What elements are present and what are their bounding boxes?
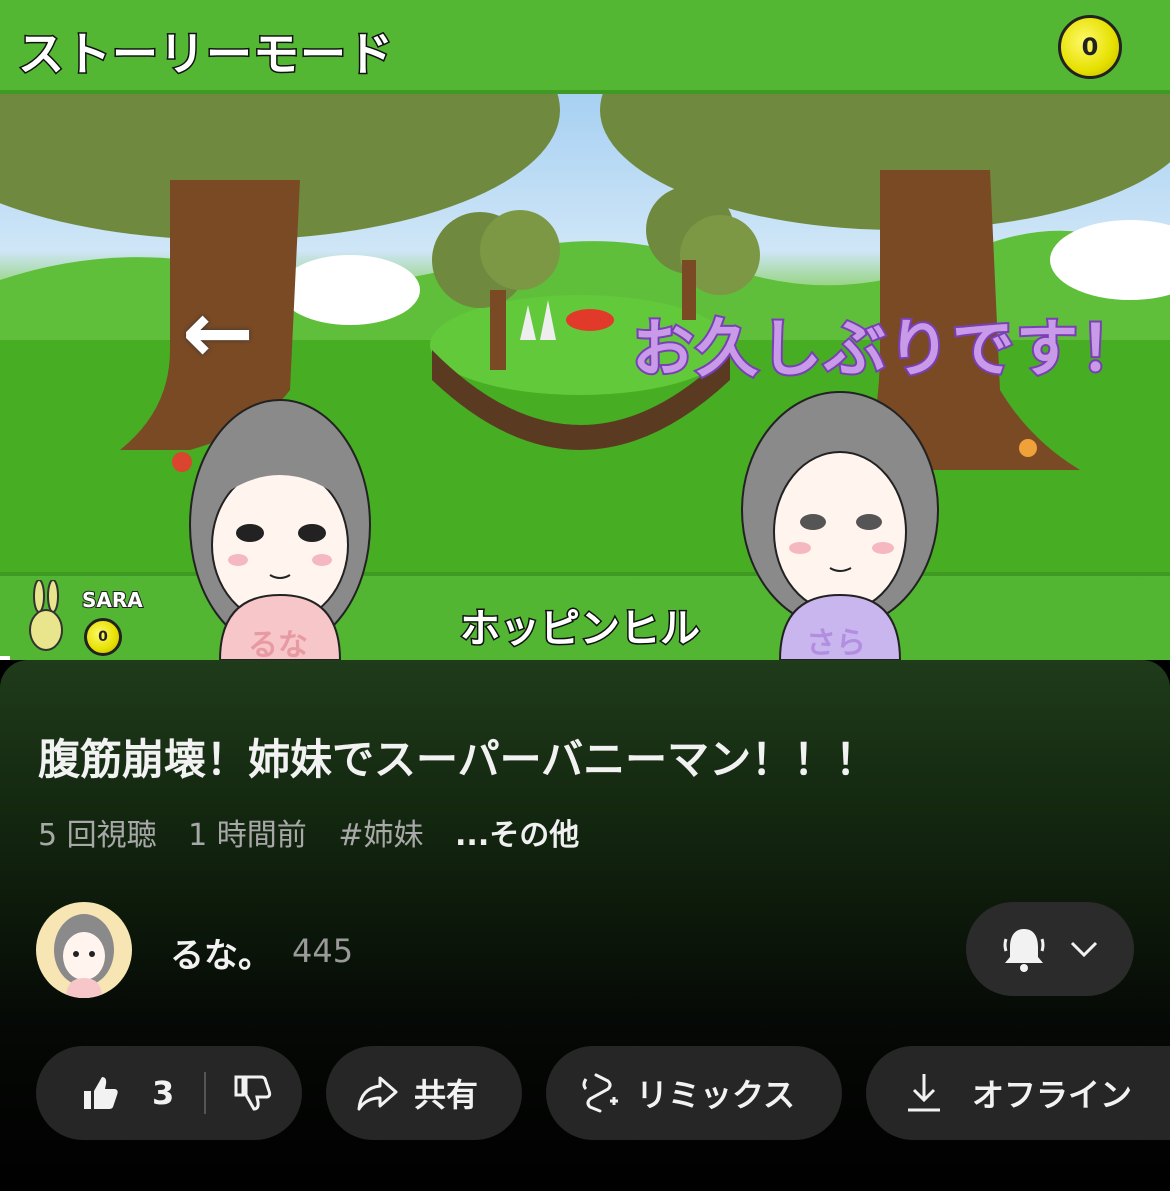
remix-button[interactable]: リミックス [546, 1046, 842, 1140]
video-title[interactable]: 腹筋崩壊！姉妹でスーパーバニーマン！！！ [38, 726, 877, 787]
subscriber-count: 445 [292, 932, 354, 970]
dislike-icon[interactable] [232, 1073, 272, 1113]
remix-icon [582, 1073, 618, 1113]
share-icon [357, 1076, 398, 1111]
offline-label: オフライン [972, 1076, 1133, 1114]
offline-button[interactable]: オフライン [866, 1046, 1170, 1140]
view-count: 5 回視聴 [38, 818, 157, 853]
character-name-left: るな [248, 628, 308, 660]
chevron-down-icon [1070, 941, 1098, 958]
bell-icon [1003, 929, 1045, 972]
more-link[interactable]: ...その他 [455, 818, 579, 853]
like-dislike-group: 3 [36, 1046, 302, 1140]
like-divider [204, 1072, 207, 1114]
back-arrow-icon: ← [182, 283, 255, 383]
speech-caption: お久しぶりです！ [630, 310, 1145, 387]
remix-label: リミックス [636, 1076, 796, 1114]
channel-avatar[interactable] [36, 902, 132, 998]
upload-time: 1 時間前 [188, 818, 307, 853]
share-button[interactable]: 共有 [326, 1046, 522, 1140]
player-coin-icon: 0 [84, 618, 122, 656]
channel-name[interactable]: るな。 [170, 928, 272, 977]
notification-button[interactable] [966, 902, 1134, 996]
character-name-right: さら [806, 626, 866, 660]
player-label: SARA [81, 587, 144, 613]
like-icon[interactable] [80, 1073, 120, 1113]
coin-icon: 0 [1058, 15, 1122, 79]
game-mode-title: ストーリーモード [17, 26, 395, 83]
bunny-icon [29, 580, 63, 651]
stage-name: ホッピンヒル [459, 605, 702, 654]
video-progress-bar[interactable] [0, 656, 10, 660]
game-header: ストーリーモード 0 [0, 0, 1170, 94]
like-count: 3 [152, 1074, 175, 1112]
download-icon [908, 1074, 940, 1112]
video-meta[interactable]: 5 回視聴 1 時間前 #姉妹 ...その他 [38, 810, 601, 854]
share-label: 共有 [414, 1076, 479, 1114]
hashtag-link[interactable]: #姉妹 [338, 818, 423, 853]
video-player[interactable]: ストーリーモード 0 ← お久しぶりです！ SARA 0 ホッピンヒル るな さ… [0, 0, 1170, 660]
